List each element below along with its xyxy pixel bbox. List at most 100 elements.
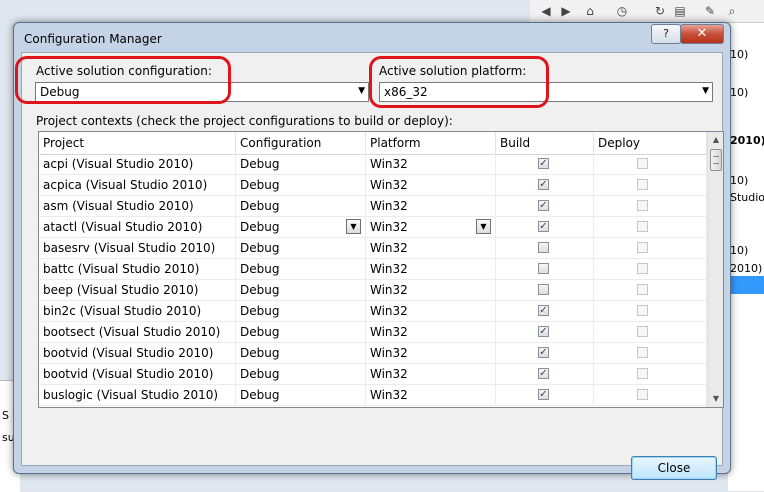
scroll-up-icon[interactable]: ▲ [708,132,723,148]
table-row[interactable]: bootvid (Visual Studio 2010) Debug Win32 ✓ [39,364,707,385]
project-cell[interactable]: basesrv (Visual Studio 2010) [39,238,236,259]
help-button[interactable]: ? [651,24,681,44]
table-row[interactable]: bootsect (Visual Studio 2010) Debug Win32 ✓ [39,322,707,343]
close-icon[interactable]: ✕ [680,24,724,44]
configuration-cell[interactable]: Debug [236,259,366,280]
build-checkbox-checked[interactable]: ✓ [538,158,549,169]
build-cell [496,238,594,259]
background-text: 10) [730,86,749,99]
column-header-project[interactable]: Project [39,132,236,154]
deploy-checkbox[interactable] [637,179,648,190]
build-checkbox-checked[interactable]: ✓ [538,221,549,232]
project-cell[interactable]: bin2c (Visual Studio 2010) [39,301,236,322]
platform-cell[interactable]: Win32 [366,385,496,406]
deploy-cell [594,280,707,301]
column-header-platform[interactable]: Platform [366,132,496,154]
platform-cell[interactable]: Win32 ▼ [366,217,496,238]
table-row[interactable]: acpica (Visual Studio 2010) Debug Win32 ✓ [39,175,707,196]
deploy-checkbox[interactable] [637,284,648,295]
build-checkbox-checked[interactable]: ✓ [538,347,549,358]
column-header-deploy[interactable]: Deploy [594,132,707,154]
configuration-cell[interactable]: Debug [236,364,366,385]
build-cell: ✓ [496,175,594,196]
build-checkbox-checked[interactable]: ✓ [538,368,549,379]
project-cell-text: buslogic (Visual Studio 2010) [43,388,219,402]
build-checkbox[interactable] [538,242,549,253]
platform-cell[interactable]: Win32 [366,154,496,175]
platform-cell-text: Win32 [370,241,408,255]
deploy-checkbox[interactable] [637,242,648,253]
configuration-cell[interactable]: Debug [236,301,366,322]
deploy-checkbox[interactable] [637,347,648,358]
deploy-checkbox[interactable] [637,221,648,232]
scrollbar-thumb[interactable] [710,149,722,171]
platform-cell[interactable]: Win32 [366,364,496,385]
table-row[interactable]: bin2c (Visual Studio 2010) Debug Win32 ✓ [39,301,707,322]
background-text: S [2,409,9,422]
project-cell[interactable]: acpi (Visual Studio 2010) [39,154,236,175]
vertical-scrollbar[interactable]: ▲ ▼ [707,132,723,407]
build-checkbox-checked[interactable]: ✓ [538,389,549,400]
configuration-cell[interactable]: Debug ▼ [236,217,366,238]
build-checkbox-checked[interactable]: ✓ [538,179,549,190]
build-checkbox-checked[interactable]: ✓ [538,305,549,316]
deploy-checkbox[interactable] [637,200,648,211]
deploy-checkbox[interactable] [637,263,648,274]
table-row[interactable]: battc (Visual Studio 2010) Debug Win32 [39,259,707,280]
active-platform-select[interactable]: x86_32 ▼ [379,82,713,102]
platform-cell[interactable]: Win32 [366,259,496,280]
platform-dropdown-icon[interactable]: ▼ [476,219,491,234]
build-checkbox-checked[interactable]: ✓ [538,326,549,337]
project-cell[interactable]: buslogic (Visual Studio 2010) [39,385,236,406]
project-cell[interactable]: battc (Visual Studio 2010) [39,259,236,280]
scroll-down-icon[interactable]: ▼ [708,391,723,407]
configuration-cell[interactable]: Debug [236,154,366,175]
table-row[interactable]: beep (Visual Studio 2010) Debug Win32 [39,280,707,301]
platform-cell[interactable]: Win32 [366,175,496,196]
project-cell-text: bootsect (Visual Studio 2010) [43,325,221,339]
configuration-cell[interactable]: Debug [236,175,366,196]
platform-cell[interactable]: Win32 [366,322,496,343]
build-checkbox[interactable] [538,263,549,274]
platform-cell[interactable]: Win32 [366,280,496,301]
deploy-checkbox[interactable] [637,305,648,316]
project-cell[interactable]: bootvid (Visual Studio 2010) [39,343,236,364]
platform-cell[interactable]: Win32 [366,238,496,259]
build-checkbox-checked[interactable]: ✓ [538,200,549,211]
configuration-dropdown-icon[interactable]: ▼ [346,219,361,234]
active-configuration-select[interactable]: Debug ▼ [35,82,369,102]
deploy-checkbox[interactable] [637,326,648,337]
background-text: Studio [730,191,764,204]
platform-cell[interactable]: Win32 [366,301,496,322]
platform-cell[interactable]: Win32 [366,196,496,217]
project-cell[interactable]: atactl (Visual Studio 2010) [39,217,236,238]
column-header-configuration[interactable]: Configuration [236,132,366,154]
deploy-checkbox[interactable] [637,158,648,169]
project-cell[interactable]: bootsect (Visual Studio 2010) [39,322,236,343]
deploy-checkbox[interactable] [637,368,648,379]
configuration-cell[interactable]: Debug [236,385,366,406]
project-cell[interactable]: beep (Visual Studio 2010) [39,280,236,301]
project-cell[interactable]: asm (Visual Studio 2010) [39,196,236,217]
project-cell[interactable]: acpica (Visual Studio 2010) [39,175,236,196]
project-cell[interactable]: bootvid (Visual Studio 2010) [39,364,236,385]
table-row[interactable]: bootvid (Visual Studio 2010) Debug Win32 ✓ [39,343,707,364]
table-row[interactable]: asm (Visual Studio 2010) Debug Win32 ✓ [39,196,707,217]
table-row[interactable]: buslogic (Visual Studio 2010) Debug Win32 ✓ [39,385,707,406]
table-row[interactable]: atactl (Visual Studio 2010) Debug ▼ Win32 ▼ ✓ [39,217,707,238]
build-cell: ✓ [496,154,594,175]
column-header-build[interactable]: Build [496,132,594,154]
configuration-cell[interactable]: Debug [236,322,366,343]
close-button[interactable]: Close [631,456,717,480]
build-checkbox[interactable] [538,284,549,295]
configuration-cell[interactable]: Debug [236,238,366,259]
background-text: 10) [730,174,749,187]
platform-cell[interactable]: Win32 [366,343,496,364]
configuration-cell[interactable]: Debug [236,196,366,217]
configuration-cell[interactable]: Debug [236,280,366,301]
configuration-cell[interactable]: Debug [236,343,366,364]
deploy-checkbox[interactable] [637,389,648,400]
table-row[interactable]: basesrv (Visual Studio 2010) Debug Win32 [39,238,707,259]
background-selection [730,276,764,294]
table-row[interactable]: acpi (Visual Studio 2010) Debug Win32 ✓ [39,154,707,175]
